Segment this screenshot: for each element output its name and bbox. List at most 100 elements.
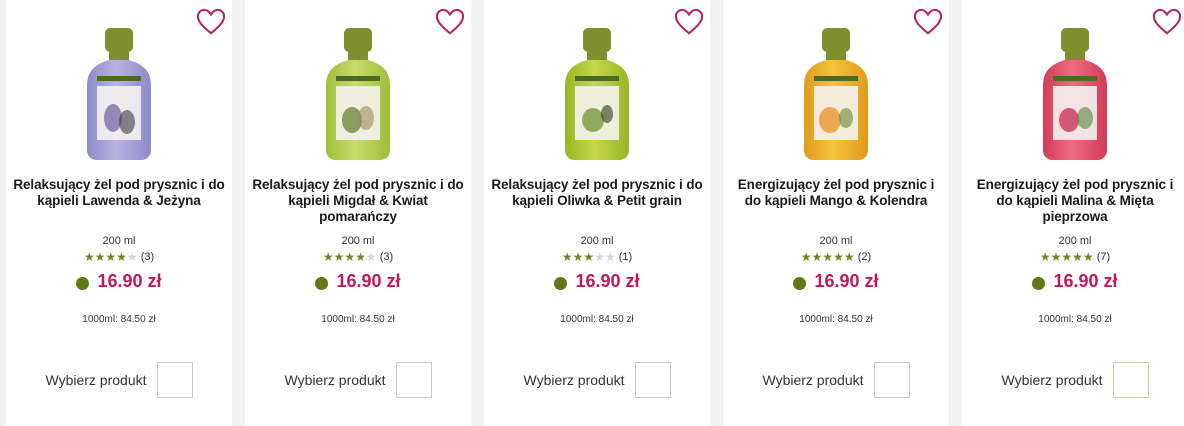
select-product-label: Wybierz produkt (45, 372, 147, 388)
select-product-checkbox[interactable] (1112, 362, 1149, 398)
select-product-checkbox[interactable] (634, 362, 671, 398)
unit-price: 1000ml: 84.50 zł (560, 314, 634, 325)
unit-price: 1000ml: 84.50 zł (321, 314, 395, 325)
product-price: 16.90 zł (814, 271, 879, 291)
product-title[interactable]: Relaksujący żel pod prysznic i do kąpiel… (251, 177, 465, 225)
select-product-checkbox[interactable] (873, 362, 910, 398)
product-rating: ★ ★ ★ ★ ★ (3) (6, 251, 232, 263)
product-price: 16.90 zł (575, 271, 640, 291)
product-price: 16.90 zł (336, 271, 401, 291)
rating-stars: ★ ★ ★ ★ ★ (562, 251, 616, 263)
price-row: 16.90 zł (6, 271, 232, 292)
price-row: 16.90 zł (484, 271, 710, 292)
rating-count: (1) (618, 251, 633, 263)
product-volume: 200 ml (819, 235, 853, 247)
select-product-label: Wybierz produkt (523, 372, 625, 388)
star-empty-icon: ★ (365, 250, 377, 264)
select-product-label: Wybierz produkt (762, 372, 864, 388)
product-title[interactable]: Energizujący żel pod prysznic i do kąpie… (968, 177, 1182, 225)
product-title[interactable]: Relaksujący żel pod prysznic i do kąpiel… (12, 177, 226, 209)
availability-dot-icon (793, 276, 807, 290)
unit-price: 1000ml: 84.50 zł (799, 314, 873, 325)
star-filled-icon: ★ (1050, 250, 1062, 264)
select-product-label: Wybierz produkt (284, 372, 386, 388)
availability-dot-icon (76, 276, 90, 290)
rating-stars: ★ ★ ★ ★ ★ (801, 251, 855, 263)
star-filled-icon: ★ (811, 250, 823, 264)
star-filled-icon: ★ (561, 250, 573, 264)
availability-dot-icon (315, 276, 329, 290)
star-filled-icon: ★ (583, 250, 595, 264)
heart-icon[interactable] (196, 8, 226, 36)
star-filled-icon: ★ (83, 250, 95, 264)
star-filled-icon: ★ (355, 250, 366, 264)
rating-count: (3) (379, 251, 394, 263)
select-product-row[interactable]: Wybierz produkt (962, 362, 1184, 398)
heart-icon[interactable] (435, 8, 465, 36)
heart-icon[interactable] (674, 8, 704, 36)
product-volume: 200 ml (1058, 235, 1092, 247)
product-title[interactable]: Energizujący żel pod prysznic i do kąpie… (729, 177, 943, 209)
heart-icon[interactable] (913, 8, 943, 36)
unit-price: 1000ml: 84.50 zł (82, 314, 156, 325)
star-filled-icon: ★ (105, 250, 117, 264)
product-rating: ★ ★ ★ ★ ★ (7) (962, 251, 1184, 263)
star-filled-icon: ★ (572, 250, 584, 264)
product-rating: ★ ★ ★ ★ ★ (2) (723, 251, 949, 263)
star-empty-icon: ★ (604, 250, 616, 264)
product-card[interactable]: Relaksujący żel pod prysznic i do kąpiel… (484, 0, 710, 426)
heart-icon[interactable] (1152, 8, 1182, 36)
star-filled-icon: ★ (333, 250, 345, 264)
product-volume: 200 ml (102, 235, 136, 247)
product-card[interactable]: Relaksujący żel pod prysznic i do kąpiel… (6, 0, 232, 426)
rating-count: (2) (857, 251, 872, 263)
select-product-label: Wybierz produkt (1001, 372, 1103, 388)
star-filled-icon: ★ (344, 250, 356, 264)
availability-dot-icon (554, 276, 568, 290)
product-price: 16.90 zł (1053, 271, 1118, 291)
star-empty-icon: ★ (126, 250, 138, 264)
star-filled-icon: ★ (116, 250, 127, 264)
rating-stars: ★ ★ ★ ★ ★ (1040, 251, 1094, 263)
price-row: 16.90 zł (962, 271, 1184, 292)
star-filled-icon: ★ (322, 250, 334, 264)
product-rating: ★ ★ ★ ★ ★ (1) (484, 251, 710, 263)
select-product-row[interactable]: Wybierz produkt (723, 362, 949, 398)
product-price: 16.90 zł (97, 271, 162, 291)
rating-stars: ★ ★ ★ ★ ★ (323, 251, 377, 263)
rating-count: (7) (1096, 251, 1111, 263)
price-row: 16.90 zł (723, 271, 949, 292)
select-product-checkbox[interactable] (395, 362, 432, 398)
star-filled-icon: ★ (1072, 250, 1083, 264)
star-filled-icon: ★ (1039, 250, 1051, 264)
product-image[interactable] (318, 26, 398, 162)
star-filled-icon: ★ (1082, 250, 1094, 264)
product-rating: ★ ★ ★ ★ ★ (3) (245, 251, 471, 263)
product-volume: 200 ml (341, 235, 375, 247)
product-card[interactable]: Energizujący żel pod prysznic i do kąpie… (723, 0, 949, 426)
select-product-checkbox[interactable] (156, 362, 193, 398)
star-filled-icon: ★ (800, 250, 812, 264)
product-image[interactable] (796, 26, 876, 162)
product-image[interactable] (1035, 26, 1115, 162)
product-image[interactable] (79, 26, 159, 162)
product-card[interactable]: Energizujący żel pod prysznic i do kąpie… (962, 0, 1184, 426)
star-filled-icon: ★ (822, 250, 834, 264)
select-product-row[interactable]: Wybierz produkt (6, 362, 232, 398)
star-filled-icon: ★ (94, 250, 106, 264)
availability-dot-icon (1032, 276, 1046, 290)
rating-stars: ★ ★ ★ ★ ★ (84, 251, 138, 263)
product-image[interactable] (557, 26, 637, 162)
unit-price: 1000ml: 84.50 zł (1038, 314, 1112, 325)
select-product-row[interactable]: Wybierz produkt (484, 362, 710, 398)
star-filled-icon: ★ (843, 250, 855, 264)
product-title[interactable]: Relaksujący żel pod prysznic i do kąpiel… (490, 177, 704, 209)
product-card[interactable]: Relaksujący żel pod prysznic i do kąpiel… (245, 0, 471, 426)
star-filled-icon: ★ (1061, 250, 1073, 264)
product-grid: Relaksujący żel pod prysznic i do kąpiel… (0, 0, 1184, 426)
rating-count: (3) (140, 251, 155, 263)
price-row: 16.90 zł (245, 271, 471, 292)
select-product-row[interactable]: Wybierz produkt (245, 362, 471, 398)
star-filled-icon: ★ (833, 250, 844, 264)
product-volume: 200 ml (580, 235, 614, 247)
